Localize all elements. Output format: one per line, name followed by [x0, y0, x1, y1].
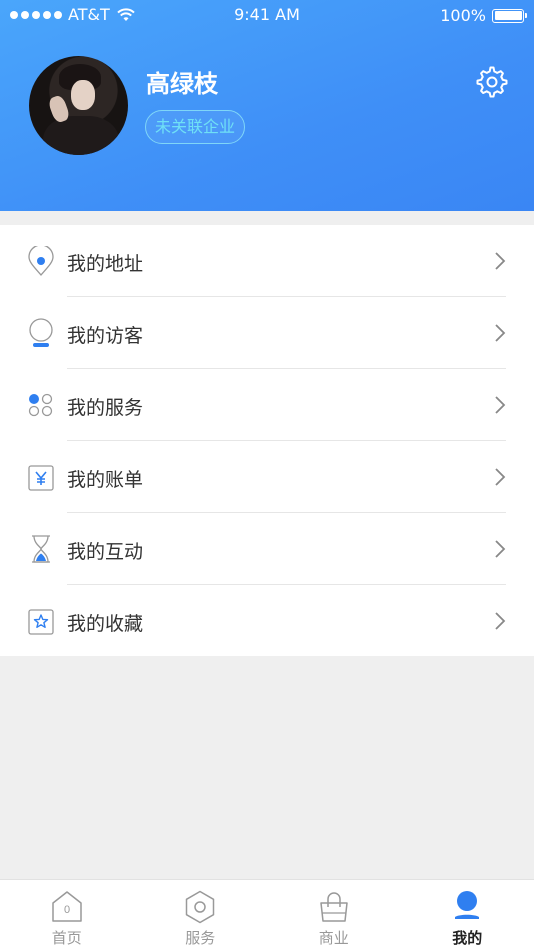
tab-services[interactable]: 服务 — [134, 880, 268, 950]
chevron-right-icon — [495, 612, 506, 630]
avatar[interactable] — [29, 56, 128, 155]
tab-label: 商业 — [318, 929, 349, 947]
menu-item-visitors[interactable]: 我的访客 — [0, 297, 534, 369]
tab-home[interactable]: 0 首页 — [0, 880, 134, 950]
tab-business[interactable]: 商业 — [267, 880, 401, 950]
home-icon: 0 — [52, 891, 82, 922]
menu-item-label: 我的地址 — [67, 253, 144, 275]
company-link-badge[interactable]: 未关联企业 — [145, 110, 245, 144]
menu-item-interactions[interactable]: 我的互动 — [0, 513, 534, 585]
battery-percent: 100% — [440, 6, 486, 25]
menu-item-favorites[interactable]: 我的收藏 — [0, 585, 534, 657]
menu-item-label: 我的服务 — [67, 397, 144, 419]
menu-item-label: 我的访客 — [67, 325, 144, 347]
home-badge: 0 — [64, 904, 70, 916]
menu-item-bills[interactable]: 我的账单 — [0, 441, 534, 513]
hourglass-icon — [32, 535, 50, 563]
chevron-right-icon — [495, 468, 506, 486]
user-name: 高绿枝 — [146, 70, 218, 98]
tab-label: 我的 — [452, 929, 483, 947]
chevron-right-icon — [495, 396, 506, 414]
gear-icon[interactable] — [475, 65, 509, 99]
person-icon — [455, 891, 480, 919]
tab-mine[interactable]: 我的 — [401, 880, 534, 950]
battery-icon — [492, 8, 527, 23]
star-icon — [28, 609, 54, 635]
menu-list: 我的地址 我的访客 我的服务 我的账单 我的互动 我的收藏 — [0, 225, 534, 656]
tab-label: 首页 — [51, 929, 82, 947]
location-pin-icon — [28, 246, 54, 276]
tab-label: 服务 — [185, 929, 216, 947]
services-grid-icon — [28, 393, 53, 417]
visitor-icon — [29, 318, 53, 347]
menu-item-services[interactable]: 我的服务 — [0, 369, 534, 441]
menu-item-label: 我的收藏 — [67, 613, 144, 635]
hexagon-icon — [186, 890, 215, 924]
chevron-right-icon — [495, 324, 506, 342]
shopping-bag-icon — [320, 892, 348, 922]
bottom-tab-bar: 0 首页 服务 商业 我的 — [0, 879, 534, 950]
profile-header: AT&T 9:41 AM 100% 高绿枝 未关联企业 — [0, 0, 534, 211]
chevron-right-icon — [495, 252, 506, 270]
bill-yuan-icon — [28, 465, 54, 491]
chevron-right-icon — [495, 540, 506, 558]
status-bar: AT&T 9:41 AM 100% — [0, 0, 534, 30]
menu-item-label: 我的互动 — [67, 541, 144, 563]
menu-item-label: 我的账单 — [67, 469, 144, 491]
status-right: 100% — [440, 6, 527, 25]
menu-item-address[interactable]: 我的地址 — [0, 225, 534, 297]
